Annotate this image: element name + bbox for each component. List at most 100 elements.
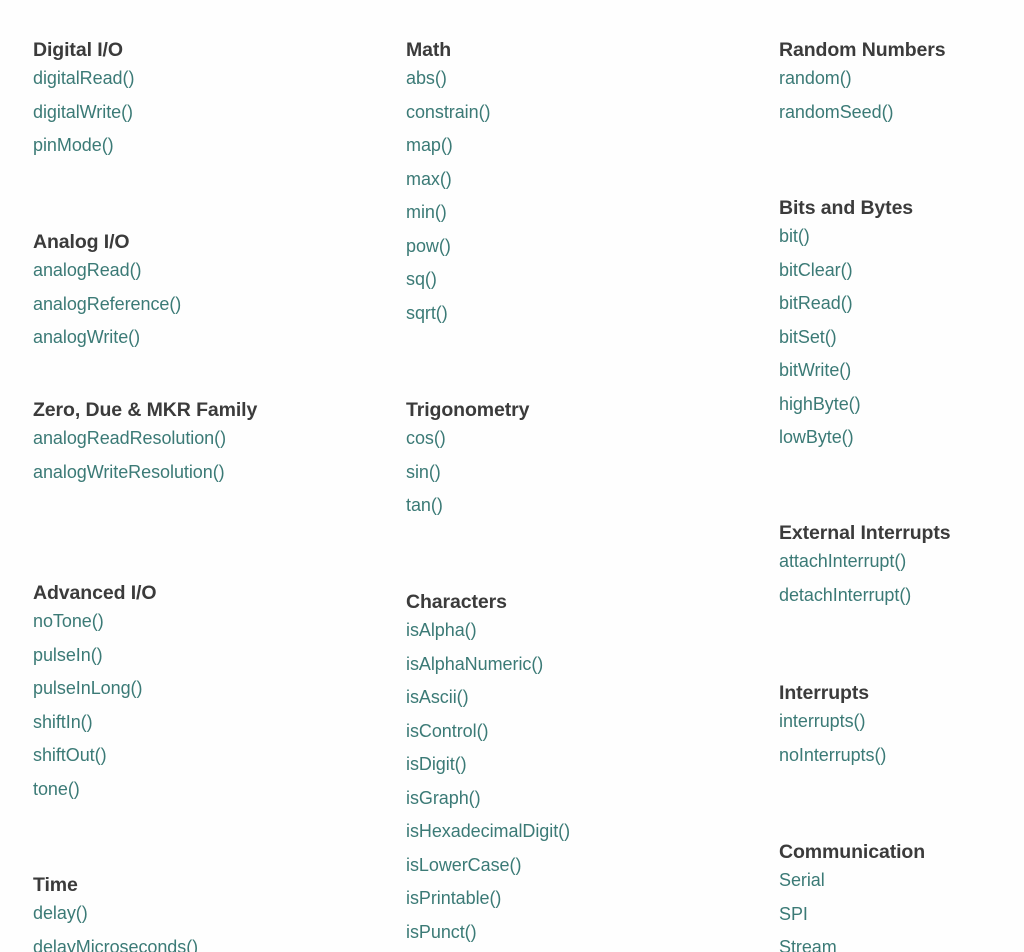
function-link[interactable]: bitWrite() — [779, 354, 913, 388]
function-link[interactable]: isLowerCase() — [406, 849, 570, 883]
function-link[interactable]: delayMicroseconds() — [33, 931, 198, 952]
function-link[interactable]: shiftIn() — [33, 706, 156, 740]
reference-group: Math abs() constrain() map() max() min() pow()… — [406, 38, 491, 331]
list-item: pinMode() — [33, 129, 134, 163]
function-link-list: Serial SPI Stream — [779, 864, 925, 952]
function-link[interactable]: detachInterrupt() — [779, 579, 950, 613]
reference-group: Random Numbers random() randomSeed() — [779, 38, 946, 129]
function-link-list: isAlpha() isAlphaNumeric() isAscii() isCont… — [406, 614, 570, 949]
function-link[interactable]: interrupts() — [779, 705, 886, 739]
function-link[interactable]: analogWriteResolution() — [33, 456, 257, 490]
function-link[interactable]: analogReadResolution() — [33, 422, 257, 456]
function-link[interactable]: min() — [406, 196, 490, 230]
function-link[interactable]: noTone() — [33, 605, 156, 639]
function-link[interactable]: noInterrupts() — [779, 739, 886, 773]
group-title: Digital I/O — [33, 39, 123, 61]
reference-group: Digital I/O digitalRead() digitalWrite() pi… — [33, 38, 134, 163]
function-link[interactable]: attachInterrupt() — [779, 545, 950, 579]
list-item: digitalRead() — [33, 62, 134, 96]
list-item: bitRead() — [779, 287, 913, 321]
function-link[interactable]: constrain() — [406, 96, 491, 130]
function-link[interactable]: lowByte() — [779, 421, 913, 455]
list-item: randomSeed() — [779, 96, 946, 130]
list-item: analogReference() — [33, 288, 181, 322]
reference-group: Time delay() delayMicroseconds() — [33, 873, 198, 952]
function-link[interactable]: pinMode() — [33, 129, 134, 163]
function-link[interactable]: isPunct() — [406, 916, 570, 950]
function-link[interactable]: isGraph() — [406, 782, 570, 816]
list-item: analogReadResolution() — [33, 422, 257, 456]
list-item: sqrt() — [406, 297, 490, 331]
function-link[interactable]: pow() — [406, 230, 490, 264]
function-link[interactable]: analogWrite() — [33, 321, 181, 355]
function-link[interactable]: isAscii() — [406, 681, 570, 715]
list-item: isHexadecimalDigit() — [406, 815, 570, 849]
group-title: Math — [406, 39, 452, 61]
list-item: bit() — [779, 220, 913, 254]
function-link[interactable]: cos() — [406, 422, 529, 456]
function-link[interactable]: shiftOut() — [33, 739, 156, 773]
function-link[interactable]: map() — [406, 129, 490, 163]
list-item: analogWrite() — [33, 321, 181, 355]
function-link[interactable]: bitClear() — [779, 254, 913, 288]
list-item: pulseIn() — [33, 639, 156, 673]
function-link-list: bit() bitClear() bitRead() bitSet() bitWrite… — [779, 220, 913, 455]
list-item: isDigit() — [406, 748, 570, 782]
function-link[interactable]: random() — [779, 62, 946, 96]
list-item: isAlphaNumeric() — [406, 648, 570, 682]
list-item: isGraph() — [406, 782, 570, 816]
function-link-list: abs() constrain() map() max() min() pow() sq()… — [406, 62, 491, 331]
function-link[interactable]: isControl() — [406, 715, 570, 749]
group-title: Random Numbers — [779, 39, 946, 61]
list-item: pow() — [406, 230, 490, 264]
list-item: tan() — [406, 489, 529, 523]
list-item: delay() — [33, 897, 198, 931]
function-link[interactable]: sin() — [406, 456, 529, 490]
list-item: isLowerCase() — [406, 849, 570, 883]
function-link[interactable]: pulseInLong() — [33, 672, 156, 706]
function-link-list: digitalRead() digitalWrite() pinMode() — [33, 62, 134, 163]
reference-group: Bits and Bytes bit() bitClear() bitRead() bi… — [779, 196, 913, 455]
list-item: lowByte() — [779, 421, 913, 455]
function-link[interactable]: digitalWrite() — [33, 96, 134, 130]
function-link[interactable]: max() — [406, 163, 490, 197]
list-item: delayMicroseconds() — [33, 931, 198, 952]
list-item: analogRead() — [33, 254, 181, 288]
function-link[interactable]: sq() — [406, 263, 490, 297]
function-link[interactable]: bitSet() — [779, 321, 913, 355]
function-link[interactable]: delay() — [33, 897, 198, 931]
reference-group: Advanced I/O noTone() pulseIn() pulseInLong… — [33, 581, 157, 806]
function-link[interactable]: randomSeed() — [779, 96, 946, 130]
function-link[interactable]: isDigit() — [406, 748, 570, 782]
list-item: isAlpha() — [406, 614, 570, 648]
function-link[interactable]: isAlphaNumeric() — [406, 648, 570, 682]
function-link[interactable]: tone() — [33, 773, 156, 807]
list-item: bitClear() — [779, 254, 913, 288]
function-link[interactable]: analogReference() — [33, 288, 181, 322]
function-link[interactable]: analogRead() — [33, 254, 181, 288]
function-link[interactable]: pulseIn() — [33, 639, 156, 673]
function-link[interactable]: digitalRead() — [33, 62, 134, 96]
function-link-list: random() randomSeed() — [779, 62, 946, 129]
list-item: cos() — [406, 422, 529, 456]
function-link[interactable]: highByte() — [779, 388, 913, 422]
function-link[interactable]: isPrintable() — [406, 882, 570, 916]
group-title: External Interrupts — [779, 522, 951, 544]
group-title: Advanced I/O — [33, 582, 157, 604]
list-item: isPunct() — [406, 916, 570, 950]
function-link[interactable]: Serial — [779, 864, 925, 898]
function-link-list: noTone() pulseIn() pulseInLong() shiftIn() s… — [33, 605, 156, 806]
function-link[interactable]: isAlpha() — [406, 614, 570, 648]
reference-group: Analog I/O analogRead() analogReference() a… — [33, 230, 181, 355]
function-link[interactable]: bitRead() — [779, 287, 913, 321]
group-title: Trigonometry — [406, 399, 530, 421]
function-link[interactable]: Stream — [779, 931, 925, 952]
function-link[interactable]: isHexadecimalDigit() — [406, 815, 570, 849]
list-item: bitWrite() — [779, 354, 913, 388]
function-link[interactable]: sqrt() — [406, 297, 490, 331]
function-link[interactable]: SPI — [779, 898, 925, 932]
function-link[interactable]: bit() — [779, 220, 913, 254]
function-link[interactable]: abs() — [406, 62, 490, 96]
function-link[interactable]: tan() — [406, 489, 529, 523]
list-item: tone() — [33, 773, 156, 807]
